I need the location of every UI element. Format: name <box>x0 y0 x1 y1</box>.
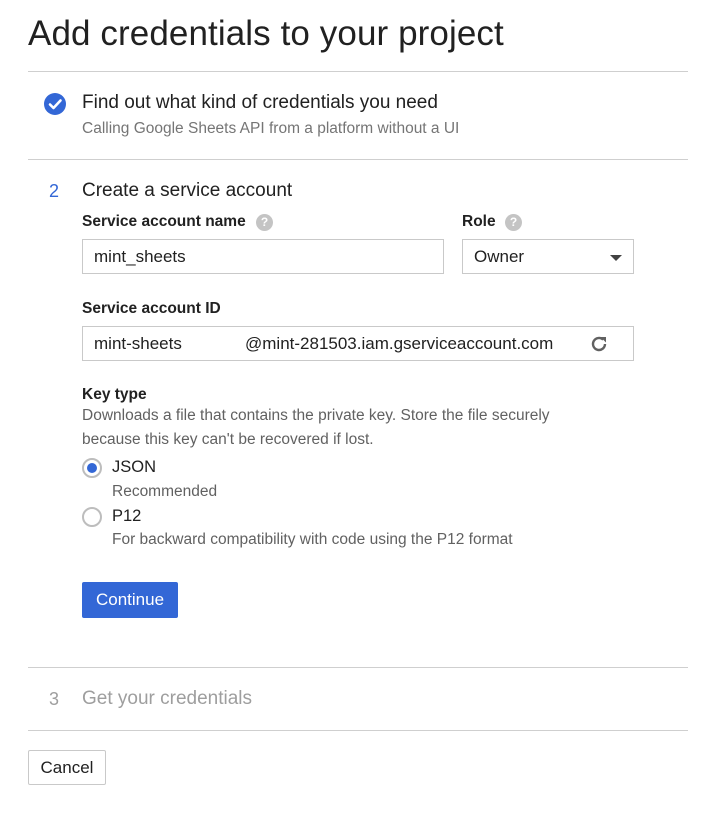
cancel-button[interactable]: Cancel <box>28 750 106 785</box>
service-account-name-label: Service account name <box>82 213 246 230</box>
key-type-description: because this key can't be recovered if l… <box>82 431 374 448</box>
step3-number: 3 <box>49 689 60 709</box>
check-circle-icon <box>44 93 66 115</box>
divider <box>28 159 688 160</box>
role-label: Role <box>462 213 496 230</box>
divider <box>28 71 688 72</box>
step3-title: Get your credentials <box>82 688 253 709</box>
radio-selected-dot <box>87 463 97 473</box>
role-select[interactable]: Owner <box>462 239 634 274</box>
continue-button[interactable]: Continue <box>82 582 178 618</box>
json-radio[interactable] <box>82 458 102 478</box>
json-option-label[interactable]: JSON <box>112 458 156 477</box>
service-account-id-label: Service account ID <box>82 300 221 317</box>
page-title: Add credentials to your project <box>28 14 504 53</box>
divider <box>28 667 688 668</box>
key-type-description: Downloads a file that contains the priva… <box>82 407 550 424</box>
divider <box>28 730 688 731</box>
service-account-id-value: mint-sheets <box>94 334 182 353</box>
chevron-down-icon <box>610 255 622 261</box>
role-select-value: Owner <box>474 247 525 266</box>
refresh-icon[interactable] <box>588 333 610 366</box>
key-type-label: Key type <box>82 386 147 403</box>
p12-option-description: For backward compatibility with code usi… <box>112 531 513 548</box>
help-icon[interactable]: ? <box>256 214 273 231</box>
step2-title: Create a service account <box>82 180 293 201</box>
help-icon[interactable]: ? <box>505 214 522 231</box>
p12-option-label[interactable]: P12 <box>112 507 141 526</box>
p12-radio[interactable] <box>82 507 102 527</box>
service-account-id-input[interactable]: mint-sheets @mint-281503.iam.gserviceacc… <box>82 326 634 361</box>
service-account-id-suffix: @mint-281503.iam.gserviceaccount.com <box>245 334 554 353</box>
json-option-description: Recommended <box>112 483 218 500</box>
step1-subtitle: Calling Google Sheets API from a platfor… <box>82 120 460 137</box>
service-account-name-input[interactable]: mint_sheets <box>82 239 444 274</box>
step2-number: 2 <box>49 181 60 201</box>
step1-title[interactable]: Find out what kind of credentials you ne… <box>82 92 438 114</box>
